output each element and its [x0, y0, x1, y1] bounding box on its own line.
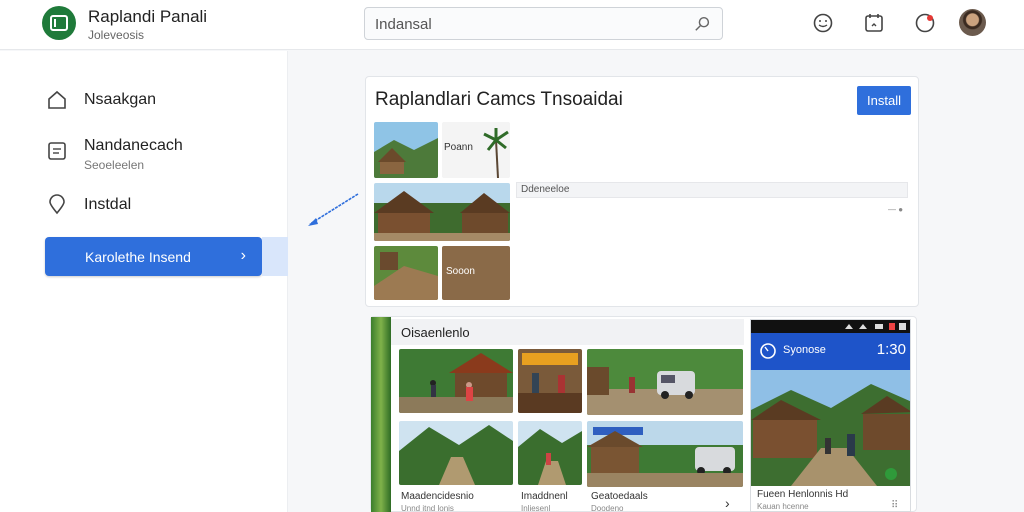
primary-action-label: Karolethe Insend [85, 248, 191, 265]
description-meta: — ● [888, 205, 904, 214]
document-icon [48, 142, 66, 160]
avatar[interactable] [959, 9, 986, 36]
calendar-icon[interactable] [863, 12, 885, 34]
search-input[interactable]: Indansal [364, 7, 723, 40]
install-label: Install [867, 93, 901, 108]
selection-highlight [262, 237, 288, 276]
gallery-title: Oisaenlenlo [401, 325, 470, 340]
thumbnail-image[interactable] [374, 122, 438, 178]
install-button[interactable]: Install [857, 86, 911, 115]
chevron-right-icon[interactable]: › [725, 495, 730, 511]
sidebar-item-home[interactable]: Nsaakgan [46, 89, 156, 111]
gallery-subcaption: Inliesenl [521, 504, 551, 512]
gallery-subcaption: Doodeno [591, 504, 624, 512]
thumbnail-label: Poann [444, 142, 473, 153]
phone-caption: Fueen Henlonnis Hd [757, 489, 849, 500]
notification-icon[interactable] [914, 12, 936, 34]
thumbnail-label: Sooon [446, 266, 475, 277]
phone-preview: Syonose 1:30 Fueen Henlonnis Hd Kauan hc… [750, 319, 911, 512]
pointer-arrow-icon [308, 193, 359, 226]
app-title: Raplandi Panali [88, 7, 208, 26]
top-header: Raplandi Panali Joleveosis Indansal [0, 0, 1024, 50]
thumbnail-image[interactable] [374, 246, 438, 300]
gallery-image[interactable] [587, 421, 743, 487]
clock-icon[interactable] [759, 342, 777, 360]
sidebar-item-sublabel: Seoeleelen [84, 158, 145, 172]
emoji-icon[interactable] [812, 12, 834, 34]
thumbnail-image[interactable] [374, 183, 510, 241]
app-card: Raplandlari Camcs Tnsoaidai Install Poan… [365, 76, 919, 307]
palm-tree-icon [483, 128, 509, 178]
more-icon[interactable]: ⠿ [891, 500, 898, 511]
chevron-right-icon: › [240, 247, 246, 264]
phone-app-bar: Syonose 1:30 [751, 333, 910, 370]
gallery-image[interactable] [518, 349, 582, 413]
gallery-image[interactable] [587, 349, 743, 415]
gallery-subcaption: Unnd itnd lonis [401, 504, 454, 512]
gallery-caption: Geatoedaals [591, 491, 648, 502]
status-icons [845, 323, 906, 330]
sidebar-item-documents[interactable]: Nandanecach Seoeleelen [46, 135, 183, 172]
phone-app-name: Syonose [783, 344, 826, 356]
phone-scene-image[interactable] [751, 370, 911, 486]
home-icon [48, 90, 66, 109]
phone-time: 1:30 [876, 341, 906, 358]
gallery-caption: Maadencidesnio [401, 491, 474, 502]
description-field[interactable]: Ddeneeloe [516, 182, 908, 198]
app-card-title: Raplandlari Camcs Tnsoaidai [375, 89, 623, 110]
sidebar-item-install[interactable]: Instdal [46, 194, 131, 216]
gallery-header: Oisaenlenlo [391, 319, 744, 345]
description-label: Ddeneeloe [521, 184, 570, 195]
gallery-image[interactable] [399, 349, 513, 413]
app-logo[interactable] [42, 6, 76, 40]
gallery-caption: Imaddnenl [521, 491, 568, 502]
sidebar-item-label: Nsaakgan [84, 91, 157, 108]
sidebar-item-label: Nandanecach [84, 137, 183, 154]
phone-status-bar [751, 320, 910, 333]
location-pin-icon [49, 194, 65, 215]
app-subtitle: Joleveosis [88, 28, 145, 42]
search-value: Indansal [375, 16, 432, 33]
bamboo-border-image [371, 317, 391, 512]
phone-subcaption: Kauan hcenne [757, 502, 809, 511]
sidebar: Nsaakgan Nandanecach Seoeleelen Instdal … [0, 51, 288, 512]
gallery-image[interactable] [399, 421, 513, 485]
search-icon[interactable] [694, 15, 712, 33]
gallery-image[interactable] [518, 421, 582, 485]
thumbnail-image[interactable]: Poann [442, 122, 510, 178]
sidebar-item-label: Instdal [84, 196, 132, 213]
thumbnail-image[interactable]: Sooon [442, 246, 510, 300]
primary-action-button[interactable]: Karolethe Insend › [45, 237, 262, 276]
